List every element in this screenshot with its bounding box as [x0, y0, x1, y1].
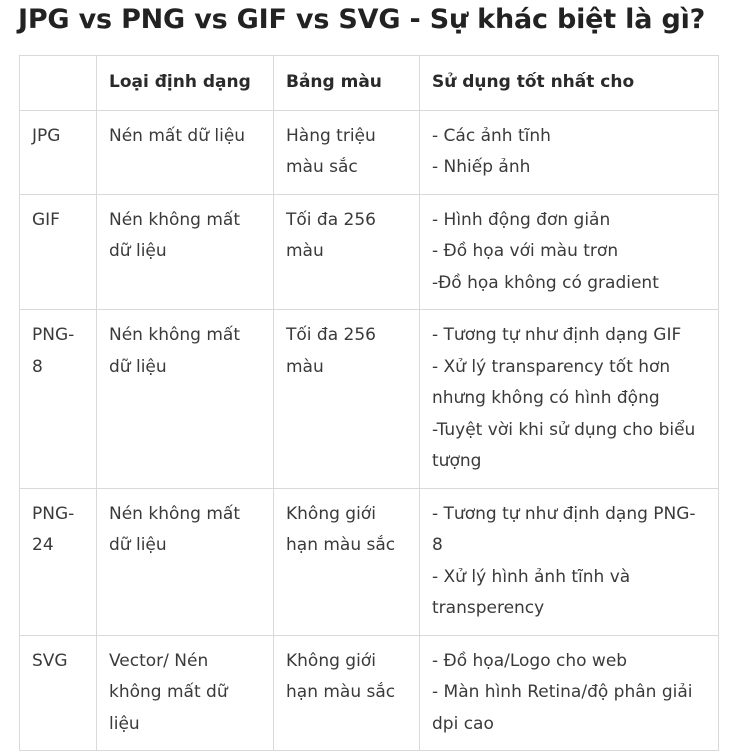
best-use-cell: - Tương tự như định dạng PNG-8 - Xử lý h…	[419, 487, 719, 636]
best-use-item: - Hình động đơn giản	[432, 209, 611, 230]
format-name-cell: JPG	[19, 109, 97, 195]
format-type-cell: Nén không mất dữ liệu	[96, 487, 274, 636]
header-cell-color-palette: Bảng màu	[273, 55, 420, 111]
best-use-item: - Xử lý transparency tốt hơn nhưng không…	[432, 356, 671, 409]
page-title: JPG vs PNG vs GIF vs SVG - Sự khác biệt …	[18, 4, 706, 35]
format-type-cell: Nén mất dữ liệu	[96, 109, 274, 195]
table-row: SVG Vector/ Nén không mất dữ liệu Không …	[19, 634, 719, 751]
table-row: PNG-24 Nén không mất dữ liệu Không giới …	[19, 487, 719, 636]
best-use-cell: - Tương tự như định dạng GIF - Xử lý tra…	[419, 309, 719, 489]
best-use-item: - Xử lý hình ảnh tĩnh và transperency	[432, 566, 631, 619]
format-name-cell: PNG-24	[19, 487, 97, 636]
header-cell-best-use: Sử dụng tốt nhất cho	[419, 55, 719, 111]
best-use-cell: - Đồ họa/Logo cho web - Màn hình Retina/…	[419, 634, 719, 751]
color-palette-cell: Hàng triệu màu sắc	[273, 109, 420, 195]
best-use-item: - Màn hình Retina/độ phân giải dpi cao	[432, 682, 693, 734]
best-use-item: - Tương tự như định dạng GIF	[432, 325, 682, 345]
table-row: JPG Nén mất dữ liệu Hàng triệu màu sắc -…	[19, 109, 719, 195]
format-type-cell: Nén không mất dữ liệu	[96, 193, 274, 310]
color-palette-cell: Tối đa 256 màu	[273, 309, 420, 489]
color-palette-cell: Không giới hạn màu sắc	[273, 487, 420, 636]
format-name-cell: SVG	[19, 634, 97, 751]
table-row: GIF Nén không mất dữ liệu Tối đa 256 màu…	[19, 193, 719, 310]
best-use-item: - Đồ họa/Logo cho web	[432, 650, 628, 671]
best-use-item: - Tương tự như định dạng PNG-8	[432, 503, 696, 556]
format-comparison-table: Loại định dạng Bảng màu Sử dụng tốt nhất…	[19, 55, 719, 751]
header-cell-empty	[19, 55, 97, 111]
table-header-row: Loại định dạng Bảng màu Sử dụng tốt nhất…	[19, 55, 719, 111]
table-row: PNG-8 Nén không mất dữ liệu Tối đa 256 m…	[19, 309, 719, 489]
best-use-item: - Đồ họa với màu trơn	[432, 241, 619, 261]
format-type-cell: Vector/ Nén không mất dữ liệu	[96, 634, 274, 751]
color-palette-cell: Không giới hạn màu sắc	[273, 634, 420, 751]
best-use-item: - Nhiếp ảnh	[432, 157, 531, 177]
best-use-item: - Các ảnh tĩnh	[432, 125, 551, 146]
best-use-cell: - Hình động đơn giản - Đồ họa với màu tr…	[419, 193, 719, 310]
format-name-cell: PNG-8	[19, 309, 97, 489]
best-use-item: -Tuyệt vời khi sử dụng cho biểu tượng	[432, 419, 696, 472]
format-type-cell: Nén không mất dữ liệu	[96, 309, 274, 489]
color-palette-cell: Tối đa 256 màu	[273, 193, 420, 310]
best-use-item: -Đồ họa không có gradient	[432, 272, 659, 293]
format-name-cell: GIF	[19, 193, 97, 310]
header-cell-format-type: Loại định dạng	[96, 55, 274, 111]
best-use-cell: - Các ảnh tĩnh - Nhiếp ảnh	[419, 109, 719, 195]
